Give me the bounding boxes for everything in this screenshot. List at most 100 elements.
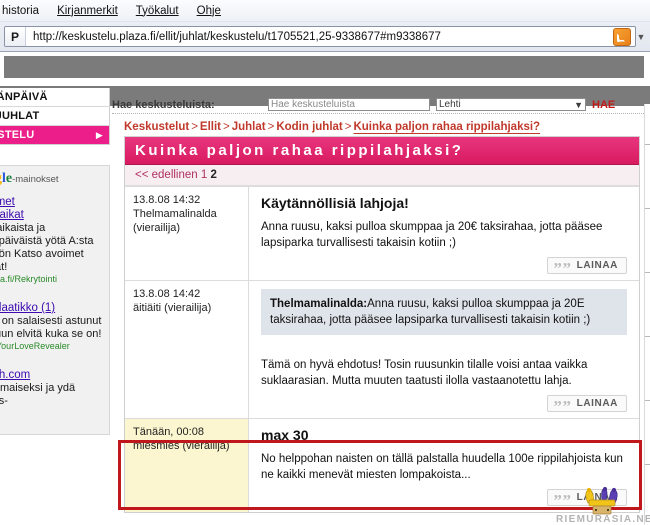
ad-url[interactable]: ww.YourLoveRevealer <box>0 341 103 351</box>
page-scrollbar[interactable] <box>644 104 650 525</box>
sidebar-ad[interactable]: latch.com ity ilmaiseksi ja ydä mies- <box>0 369 103 408</box>
menu-item-kirjanmerkit[interactable]: Kirjanmerkit <box>48 3 127 19</box>
post-row: 13.8.08 14:42 äitiäiti (vierailija) Thel… <box>125 280 639 418</box>
pagination-prev-link[interactable]: << edellinen <box>135 169 198 181</box>
ad-body: sa-aikaista ja okopäiväistä yötä A:sta Ö… <box>0 222 94 273</box>
post-timestamp: 13.8.08 14:32 <box>133 194 201 206</box>
quote-button-label: LAINAA <box>576 492 618 503</box>
top-ad-banner[interactable] <box>4 56 644 78</box>
breadcrumb-item-ellit[interactable]: Ellit <box>200 121 221 133</box>
quote-button[interactable]: ”” LAINAA <box>547 257 627 278</box>
post-text: Tämä on hyvä ehdotus! Tosin ruusunkin ti… <box>261 359 588 387</box>
breadcrumb-item-juhlat[interactable]: Juhlat <box>232 121 266 133</box>
menu-item-label: Työkalut <box>135 4 179 17</box>
quote-marks-icon: ”” <box>553 258 572 278</box>
post-text: No helppohan naisten on tällä palstalla … <box>261 453 623 481</box>
post-timestamp: 13.8.08 14:42 <box>133 288 201 300</box>
quote-marks-icon: ”” <box>553 490 572 510</box>
post-body: Käytännöllisiä lahjoja! Anna ruusu, kaks… <box>249 187 639 280</box>
search-bar: Hae keskusteluista: Hae keskusteluista L… <box>112 88 650 114</box>
google-ads-header-suffix: -mainokset <box>12 174 59 185</box>
quote-marks-icon: ”” <box>553 396 572 416</box>
chevron-down-icon: ▼ <box>574 99 583 110</box>
sidebar-ad[interactable]: ostilaatikko (1) oku on salaisesti astun… <box>0 302 103 351</box>
browser-chrome: historia Kirjanmerkit Työkalut Ohje P ht… <box>0 0 650 52</box>
post-actions: ”” LAINAA <box>261 257 627 278</box>
url-text[interactable]: http://keskustelu.plaza.fi/ellit/juhlat/… <box>26 31 609 43</box>
address-bar-row: P http://keskustelu.plaza.fi/ellit/juhla… <box>0 22 650 51</box>
main-content: Hae keskusteluista: Hae keskusteluista L… <box>112 88 650 513</box>
browser-menubar: historia Kirjanmerkit Työkalut Ohje <box>0 0 650 22</box>
sidebar-item-syntymapaiva[interactable]: ÄVÄNPÄIVÄ <box>0 88 109 107</box>
post-author: äitiäiti (vierailija) <box>133 302 212 314</box>
sidebar: ÄVÄNPÄIVÄ IN JUHLAT KUSTELU ▶ oogle-main… <box>0 88 110 435</box>
post-subject: max 30 <box>261 427 309 443</box>
breadcrumb-current: Kuinka paljon rahaa rippilahjaksi? <box>353 121 541 133</box>
sidebar-item-keskustelu[interactable]: KUSTELU ▶ <box>0 126 109 144</box>
quote-button-label: LAINAA <box>576 260 618 271</box>
ad-url[interactable]: onella.fi/Rekrytointi <box>0 274 103 284</box>
thread-title: Kuinka paljon rahaa rippilahjaksi? <box>125 137 639 165</box>
breadcrumb-item-kodin-juhlat[interactable]: Kodin juhlat <box>276 121 342 133</box>
post-row: 13.8.08 14:32 Thelmamalinalda (vierailij… <box>125 186 639 280</box>
chevron-down-icon[interactable]: ▼ <box>636 32 646 42</box>
breadcrumb-separator: > <box>267 121 275 133</box>
breadcrumb: Keskustelut > Ellit > Juhlat > Kodin juhlat > Ku… <box>112 114 650 136</box>
quoted-text-block: Thelmamalinalda:Anna ruusu, kaksi pulloa… <box>261 289 627 335</box>
site-favicon: P <box>5 27 26 46</box>
site-layout: ÄVÄNPÄIVÄ IN JUHLAT KUSTELU ▶ oogle-main… <box>0 88 650 525</box>
sidebar-item-label: KUSTELU <box>0 129 35 141</box>
post-author: Thelmamalinalda <box>133 208 217 220</box>
post-meta: Tänään, 00:08 miesmies (vierailija) <box>125 419 249 512</box>
chevron-right-icon: ▶ <box>95 129 103 140</box>
breadcrumb-separator: > <box>223 121 230 133</box>
post-meta: 13.8.08 14:42 äitiäiti (vierailija) <box>125 281 249 418</box>
pagination-page-1[interactable]: 1 <box>201 169 207 181</box>
sidebar-ad[interactable]: voimet yöpaikat sa-aikaista ja okopäiväi… <box>0 196 103 284</box>
pagination-current-page: 2 <box>210 169 217 181</box>
ad-body: ity ilmaiseksi ja ydä mies- <box>0 382 76 407</box>
page-viewport: ÄVÄNPÄIVÄ IN JUHLAT KUSTELU ▶ oogle-main… <box>0 52 650 525</box>
ad-title-line[interactable]: yöpaikat <box>0 209 103 222</box>
post-row: Tänään, 00:08 miesmies (vierailija) max … <box>125 418 639 512</box>
menu-item-historia[interactable]: historia <box>0 3 48 19</box>
post-author-role: (vierailija) <box>133 222 181 234</box>
rss-feed-icon[interactable] <box>613 27 631 46</box>
search-submit-button[interactable]: HAE <box>592 99 615 111</box>
sidebar-item-label: ÄVÄNPÄIVÄ <box>0 91 48 103</box>
post-author: miesmies (vierailija) <box>133 440 230 452</box>
post-actions: ”” LAINAA <box>261 489 627 510</box>
ad-title-line[interactable]: latch.com <box>0 369 103 382</box>
menu-item-tyokalut[interactable]: Työkalut <box>127 3 188 19</box>
address-bar[interactable]: P http://keskustelu.plaza.fi/ellit/juhla… <box>4 26 636 47</box>
post-text: Anna ruusu, kaksi pulloa skumppaa ja 20€… <box>261 221 603 249</box>
menu-item-label: historia <box>2 4 40 17</box>
post-body: Thelmamalinalda:Anna ruusu, kaksi pulloa… <box>249 281 639 418</box>
sidebar-item-label: IN JUHLAT <box>0 110 40 122</box>
ad-title-line[interactable]: ostilaatikko (1) <box>0 302 103 315</box>
google-ads-header: oogle-mainokset <box>0 171 59 186</box>
search-scope-select[interactable]: Lehti ▼ <box>436 98 586 111</box>
search-input[interactable]: Hae keskusteluista <box>268 98 430 111</box>
post-body: max 30 No helppohan naisten on tällä pal… <box>249 419 639 512</box>
thread-container: Kuinka paljon rahaa rippilahjaksi? << ed… <box>124 136 640 513</box>
quoted-author: Thelmamalinalda: <box>270 298 368 310</box>
menu-item-label: Kirjanmerkit <box>57 4 118 17</box>
quote-button[interactable]: ”” LAINAA <box>547 395 627 416</box>
menu-item-ohje[interactable]: Ohje <box>188 3 230 19</box>
post-actions: ”” LAINAA <box>261 395 627 416</box>
quote-button[interactable]: ”” LAINAA <box>547 489 627 510</box>
quote-button-label: LAINAA <box>576 398 618 409</box>
sidebar-nav-list: ÄVÄNPÄIVÄ IN JUHLAT KUSTELU ▶ <box>0 88 110 145</box>
google-ads-box: oogle-mainokset voimet yöpaikat sa-aikai… <box>0 165 110 435</box>
ad-title-line[interactable]: voimet <box>0 196 103 209</box>
post-subject: Käytännöllisiä lahjoja! <box>261 195 409 211</box>
breadcrumb-separator: > <box>344 121 352 133</box>
post-meta: 13.8.08 14:32 Thelmamalinalda (vierailij… <box>125 187 249 280</box>
breadcrumb-item-keskustelut[interactable]: Keskustelut <box>124 121 189 133</box>
breadcrumb-separator: > <box>191 121 198 133</box>
search-scope-value: Lehti <box>439 98 461 110</box>
sidebar-item-kodin-juhlat[interactable]: IN JUHLAT <box>0 107 109 126</box>
pagination: << edellinen 1 2 <box>125 165 639 186</box>
search-label: Hae keskusteluista: <box>112 99 215 111</box>
